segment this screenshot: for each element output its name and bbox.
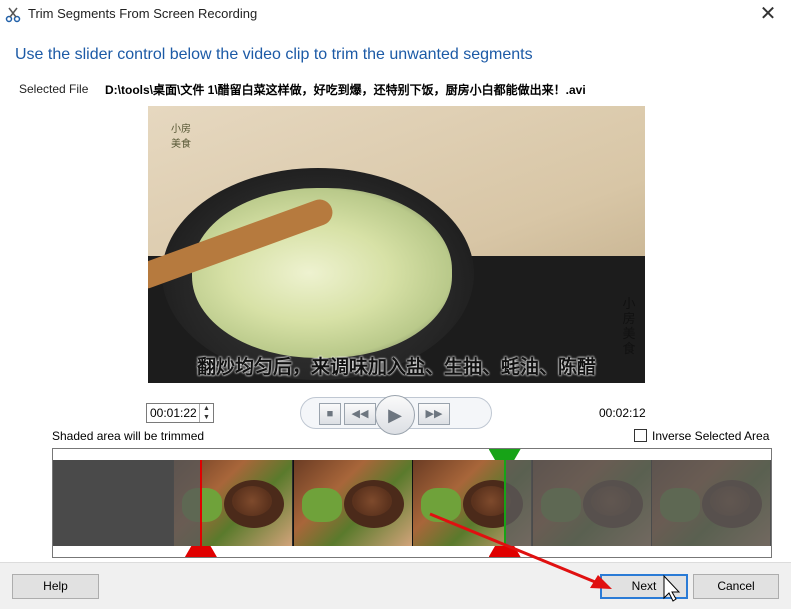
- trim-start-handle[interactable]: [184, 546, 217, 557]
- scissors-icon: [5, 7, 21, 23]
- bottom-bar: Help Next Cancel: [0, 562, 791, 609]
- title-bar: Trim Segments From Screen Recording ✕: [0, 0, 791, 30]
- playhead-handle[interactable]: [488, 546, 521, 557]
- trim-start-line[interactable]: [199, 460, 202, 546]
- spin-up-icon[interactable]: ▲: [200, 404, 213, 413]
- current-time-value[interactable]: 00:01:22: [150, 406, 197, 420]
- checkbox-box[interactable]: [634, 429, 647, 442]
- total-time: 00:02:12: [599, 406, 646, 420]
- spin-down-icon[interactable]: ▼: [200, 413, 213, 422]
- cancel-button[interactable]: Cancel: [693, 574, 779, 599]
- play-icon: ▶: [388, 405, 402, 425]
- trim-end-line[interactable]: [503, 460, 506, 546]
- close-button[interactable]: ✕: [745, 0, 791, 30]
- fast-forward-button[interactable]: ▶▶: [418, 403, 450, 425]
- video-side-text: 小房美食: [622, 296, 636, 356]
- trim-timeline[interactable]: [52, 448, 772, 558]
- stop-button[interactable]: ■: [319, 403, 341, 425]
- rewind-icon: ◀◀: [351, 408, 369, 420]
- play-button[interactable]: ▶: [375, 395, 415, 435]
- selected-file-label: Selected File: [19, 82, 89, 96]
- trim-end-handle[interactable]: [488, 449, 521, 460]
- next-button[interactable]: Next: [600, 574, 688, 599]
- video-subtitle: 翻炒均匀后，来调味加入盐、生抽、蚝油、陈醋: [196, 357, 596, 378]
- help-button[interactable]: Help: [12, 574, 99, 599]
- window-title: Trim Segments From Screen Recording: [28, 6, 258, 21]
- trimmed-area-end: [504, 460, 771, 546]
- video-preview[interactable]: 小房 美食 小房美食 翻炒均匀后，来调味加入盐、生抽、蚝油、陈醋: [148, 106, 645, 383]
- instruction-text: Use the slider control below the video c…: [15, 46, 533, 63]
- inverse-selected-area-checkbox[interactable]: Inverse Selected Area: [634, 429, 769, 443]
- fast-forward-icon: ▶▶: [425, 408, 443, 420]
- trimmed-area-start-overlay: [173, 460, 201, 546]
- rewind-button[interactable]: ◀◀: [344, 403, 376, 425]
- trimmed-area-start: [53, 460, 173, 546]
- inverse-label: Inverse Selected Area: [652, 429, 770, 443]
- time-spinner[interactable]: ▲ ▼: [199, 404, 213, 422]
- timeline-thumbnail: [292, 460, 412, 546]
- playback-controls: ■ ◀◀ ▶ ▶▶: [300, 395, 492, 435]
- selected-file-path: D:\tools\桌面\文件 1\醋留白菜这样做，好吃到爆，还特别下饭，厨房小白…: [105, 83, 586, 97]
- stop-icon: ■: [326, 408, 334, 420]
- video-logo: 小房 美食: [171, 124, 191, 150]
- current-time-field[interactable]: 00:01:22 ▲ ▼: [146, 403, 214, 423]
- thumbnail-strip: [53, 460, 771, 546]
- shaded-area-label: Shaded area will be trimmed: [52, 429, 205, 443]
